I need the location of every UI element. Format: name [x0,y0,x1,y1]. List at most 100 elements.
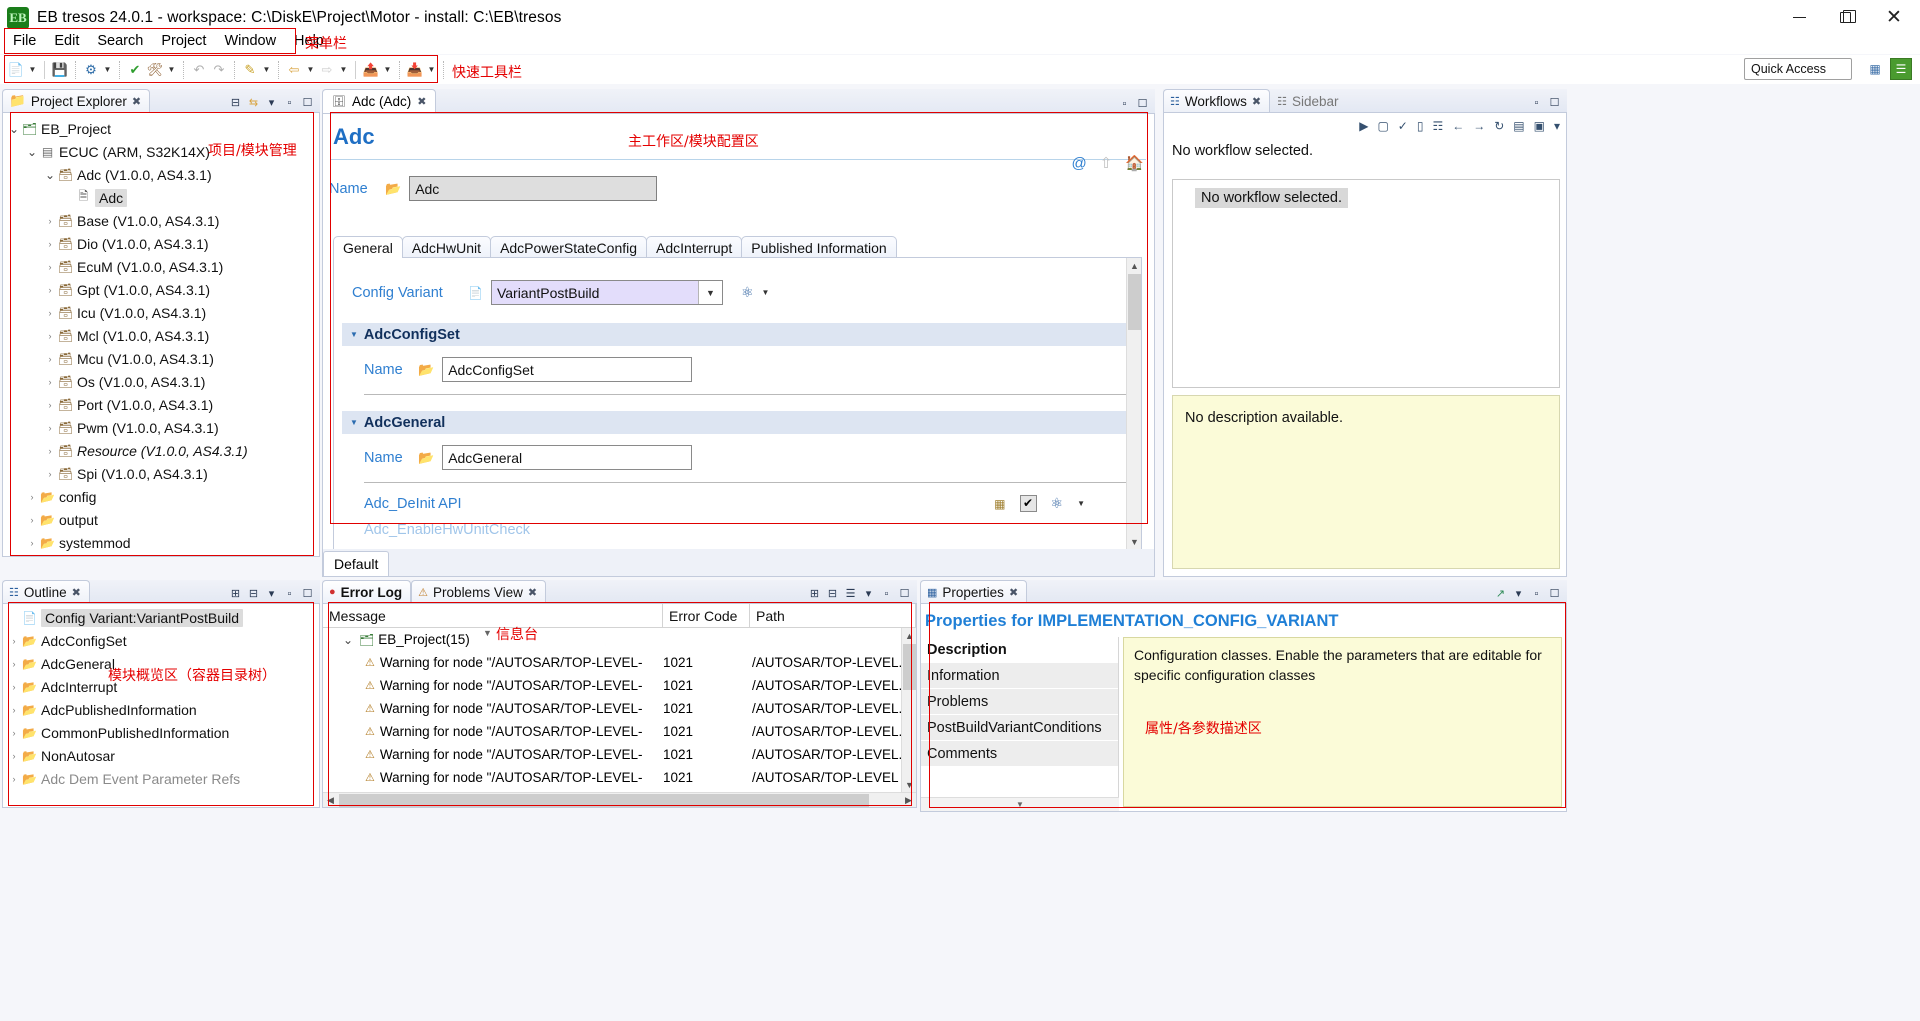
project-tree-item[interactable]: › 🗃 Mcu (V1.0.0, AS4.3.1) [3,347,319,370]
maximize-view-icon[interactable]: ☐ [897,586,912,601]
new-file-dropdown-icon[interactable]: ▼ [26,65,39,74]
menu-search[interactable]: Search [88,31,152,51]
close-icon[interactable]: ✖ [72,586,81,599]
properties-list-item[interactable]: Description [921,637,1118,663]
project-tree-item[interactable]: › 🗃 Resource (V1.0.0, AS4.3.1) [3,439,319,462]
chevron-right-icon[interactable]: › [43,354,57,364]
minimize-view-icon[interactable]: ▫ [1529,95,1544,110]
view-menu-icon[interactable]: ▾ [264,95,279,110]
chevron-down-icon[interactable]: ⌄ [25,145,39,159]
expand-all-icon[interactable]: ⊞ [228,586,243,601]
undo-icon[interactable]: ↶ [189,60,209,80]
checkbox-checked[interactable]: ✔ [1019,495,1037,512]
properties-list-item[interactable]: Information [921,663,1118,689]
at-sign-icon[interactable]: @ [1072,155,1087,172]
tab-outline[interactable]: ☷ Outline ✖ [2,580,90,603]
menu-project[interactable]: Project [152,31,215,51]
chevron-down-icon[interactable]: ⌄ [43,168,57,182]
minimize-view-icon[interactable]: ▫ [879,586,894,601]
project-tree-item[interactable]: › 🗃 Os (V1.0.0, AS4.3.1) [3,370,319,393]
problems-row[interactable]: ⚠ Warning for node "/AUTOSAR/TOP-LEVEL- 10… [323,674,901,697]
problems-hscroll-thumb[interactable] [339,794,869,807]
scroll-left-icon[interactable]: ◀ [323,793,338,807]
chevron-right-icon[interactable]: › [25,538,39,548]
adcconfigset-name-field[interactable]: AdcConfigSet [442,357,693,382]
chevron-down-icon[interactable]: ▼ [697,281,722,304]
project-tree-item[interactable]: › 🗃 Base (V1.0.0, AS4.3.1) [3,209,319,232]
api-row-label[interactable]: Adc_DeInit API [364,496,462,512]
filter-icon[interactable]: ☰ [843,586,858,601]
editor-vertical-scrollbar[interactable]: ▲ ▼ [1126,258,1141,549]
copy-icon[interactable]: ☶ [1432,119,1443,133]
chevron-right-icon[interactable]: › [43,377,57,387]
editor-section-tab[interactable]: General [333,236,403,258]
import-dropdown-icon[interactable]: ▼ [381,65,394,74]
outline-item[interactable]: › 📂 CommonPublishedInformation [3,721,319,744]
chevron-right-icon[interactable]: › [43,285,57,295]
menu-window[interactable]: Window [215,31,285,51]
chevron-right-icon[interactable]: › [43,446,57,456]
workflows-list[interactable]: No workflow selected. [1172,179,1560,388]
save-icon[interactable]: 💾 [50,60,70,80]
forward-dropdown-icon[interactable]: ▼ [337,65,350,74]
scroll-up-icon[interactable]: ▲ [1127,258,1142,273]
verify-check-icon[interactable]: ✔ [125,60,145,80]
forward-icon[interactable]: → [1473,119,1485,133]
scroll-up-icon[interactable]: ▲ [902,628,916,643]
folder-link-icon[interactable]: 📂 [418,362,434,378]
close-icon[interactable]: ✖ [132,95,141,108]
config-class-dropdown-icon[interactable]: ▼ [1077,499,1085,508]
workflows-selection-chip[interactable]: No workflow selected. [1195,188,1349,208]
column-error-code[interactable]: Error Code [663,604,750,627]
chevron-down-icon[interactable]: ⌄ [7,122,21,136]
editor-section-tab[interactable]: Published Information [741,236,897,258]
back-icon[interactable]: ← [1452,119,1464,133]
run-icon[interactable]: ▶ [1359,119,1368,133]
triangle-down-icon[interactable]: ▼ [350,418,358,427]
project-tree[interactable]: ⌄ 🗂 EB_Project ⌄ ▤ ECUC (ARM, S32K14X) ⌄ 🗃 Adc (… [3,113,319,554]
adcgeneral-name-field[interactable]: AdcGeneral [442,445,693,470]
link-with-editor-icon[interactable]: ⇆ [246,95,261,110]
maximize-view-icon[interactable]: ☐ [300,586,315,601]
project-tree-item[interactable]: › 📂 systemmod [3,531,319,554]
quick-access-input[interactable]: Quick Access [1744,58,1852,80]
column-message[interactable]: Message [323,604,663,627]
maximize-editor-icon[interactable]: ☐ [1135,96,1150,111]
chevron-right-icon[interactable]: › [25,515,39,525]
section-adcgeneral-header[interactable]: ▼ AdcGeneral [342,411,1133,434]
note-icon[interactable]: ▯ [1417,119,1424,133]
close-icon[interactable]: ✖ [417,95,426,108]
forward-arrow-icon[interactable]: ⇨ [317,60,337,80]
maximize-view-icon[interactable]: ☐ [1547,95,1562,110]
outline-tree[interactable]: 📄 Config Variant:VariantPostBuild › 📂 AdcCon… [3,604,319,790]
project-tree-item[interactable]: 🗎 Adc [3,186,319,209]
back-dropdown-icon[interactable]: ▼ [304,65,317,74]
tresos-perspective-icon[interactable]: ☰ [1890,58,1912,80]
problems-row[interactable]: ⚠ Warning for node "/AUTOSAR/TOP-LEVEL- 10… [323,697,901,720]
config-class-icon[interactable]: ⚛ [1051,495,1064,512]
project-tree-item[interactable]: › 🗃 Port (V1.0.0, AS4.3.1) [3,393,319,416]
export-dropdown-icon[interactable]: ▼ [425,65,438,74]
project-tree-item[interactable]: › 🗃 Dio (V1.0.0, AS4.3.1) [3,232,319,255]
close-icon[interactable]: ✖ [1252,95,1261,108]
view-menu-icon[interactable]: ▾ [1554,119,1560,133]
outline-item[interactable]: › 📂 AdcConfigSet [3,629,319,652]
view-menu-icon[interactable]: ▾ [1511,586,1526,601]
tab-properties[interactable]: ▦ Properties ✖ [920,580,1028,603]
maximize-view-icon[interactable]: ☐ [1547,586,1562,601]
build-icon[interactable]: 🛠 [145,60,165,80]
properties-list-item[interactable]: Comments [921,741,1118,767]
properties-list-item[interactable]: PostBuildVariantConditions [921,715,1118,741]
expand-all-icon[interactable]: ⊞ [807,586,822,601]
project-tree-item[interactable]: › 📂 config [3,485,319,508]
problems-row[interactable]: ⚠ Warning for node "/AUTOSAR/TOP-LEVEL- 10… [323,720,901,743]
tab-sidebar[interactable]: ☷ Sidebar [1270,89,1347,112]
chevron-right-icon[interactable]: › [7,728,21,738]
open-perspective-icon[interactable]: ▦ [1864,58,1886,80]
collapse-all-icon[interactable]: ⊟ [825,586,840,601]
chevron-right-icon[interactable]: › [43,308,57,318]
stop-icon[interactable]: ▢ [1377,119,1388,133]
chevron-right-icon[interactable]: › [7,682,21,692]
project-tree-item[interactable]: › 📂 output [3,508,319,531]
xml-marker-icon[interactable]: ▦ [994,497,1005,511]
